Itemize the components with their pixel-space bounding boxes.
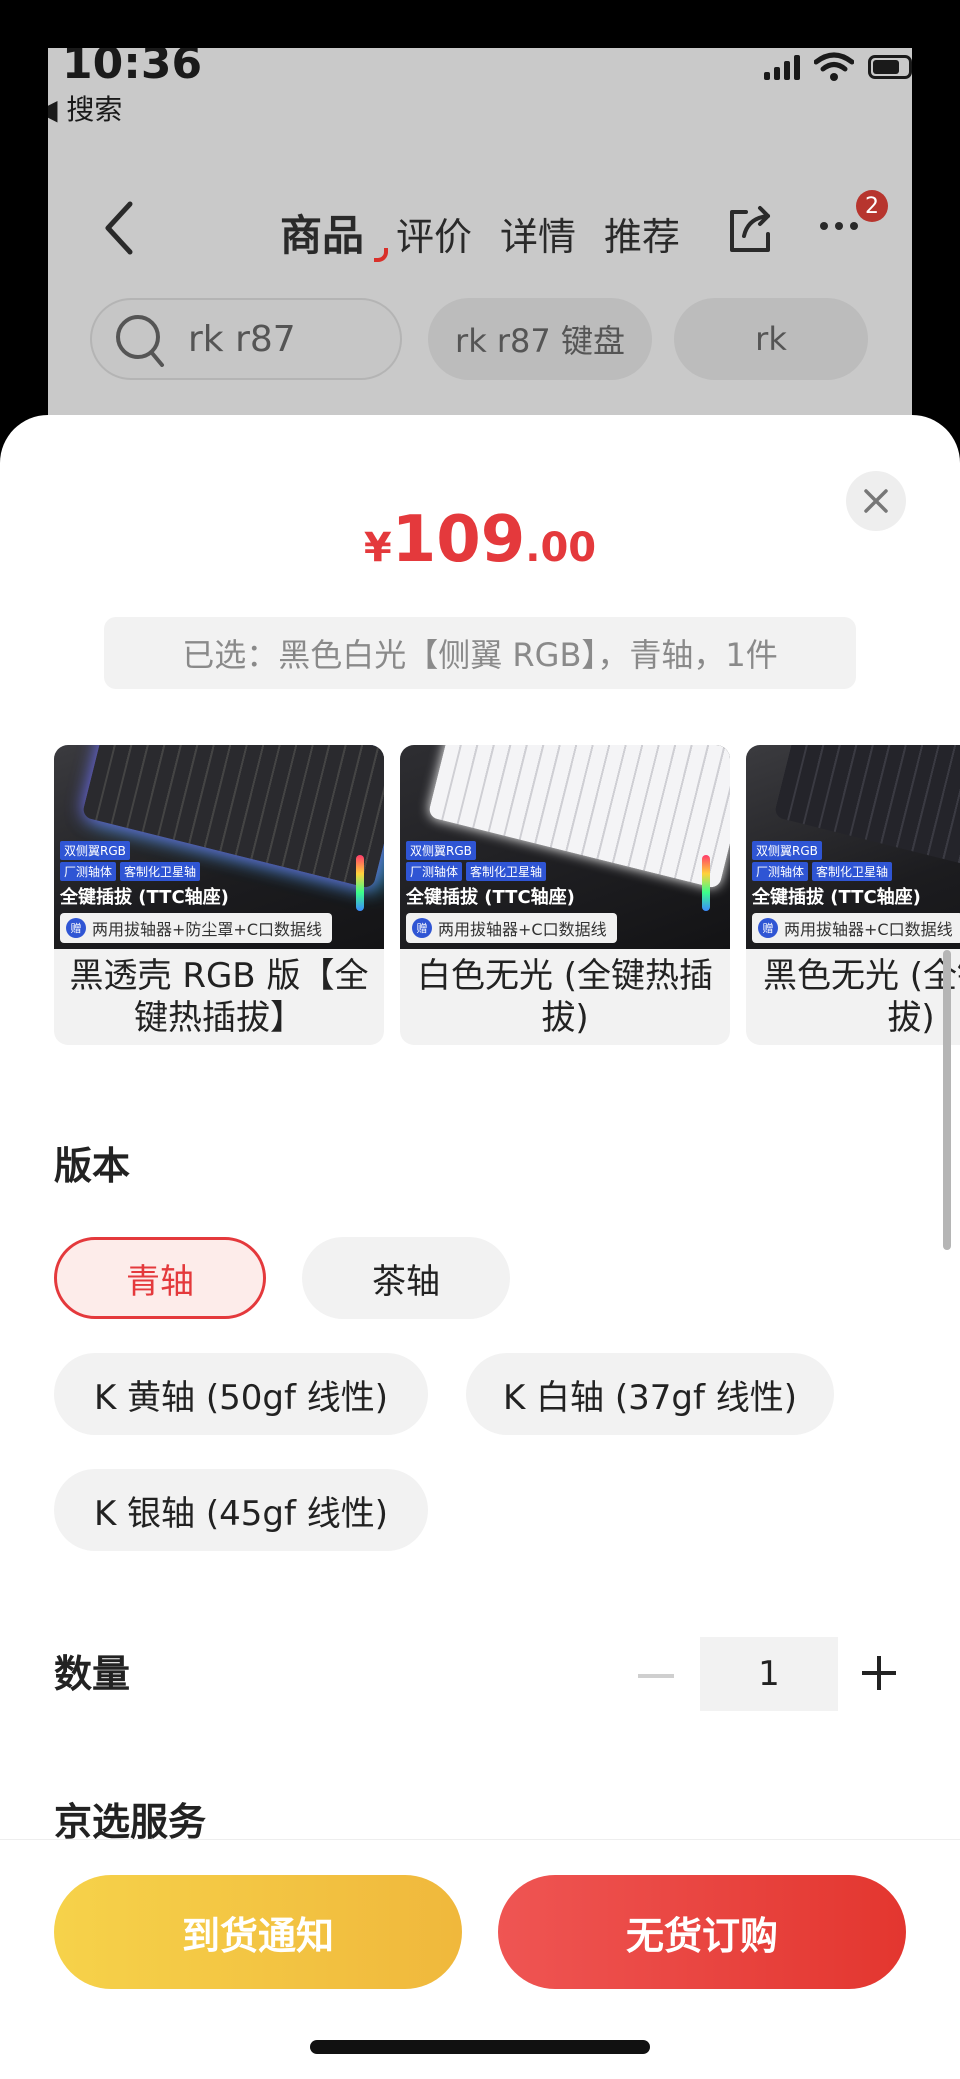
accessory-text: 两用拔轴器+C口数据线	[784, 920, 953, 939]
feature-tags: 厂测轴体 客制化卫星轴	[406, 862, 547, 881]
hotswap-tag: 全键插拔 (TTC轴座)	[752, 887, 921, 908]
variant-card[interactable]: 双侧翼RGB 厂测轴体 客制化卫星轴 全键插拔 (TTC轴座) 赠 两用拔轴器+…	[746, 745, 960, 1045]
version-option[interactable]: K 银轴 (45gf 线性)	[54, 1469, 428, 1551]
feature-tag: 厂测轴体	[60, 862, 117, 881]
version-option[interactable]: K 黄轴 (50gf 线性)	[54, 1353, 428, 1435]
decrease-quantity-button[interactable]	[638, 1674, 674, 1678]
feature-tag: 客制化卫星轴	[812, 862, 893, 881]
hotswap-tag: 全键插拔 (TTC轴座)	[406, 887, 575, 908]
accessory-tag: 赠 两用拔轴器+防尘罩+C口数据线	[60, 913, 332, 943]
variant-thumbnail: 双侧翼RGB 厂测轴体 客制化卫星轴 全键插拔 (TTC轴座) 赠 两用拔轴器+…	[54, 745, 384, 949]
feature-tags: 双侧翼RGB	[752, 841, 822, 860]
gift-icon: 赠	[66, 918, 86, 938]
suggest-chip[interactable]: rk	[674, 298, 868, 380]
active-tab-indicator	[374, 248, 388, 262]
wifi-icon	[814, 52, 854, 81]
variant-label: 白色无光 (全键热插拔)	[416, 956, 714, 1038]
search-box[interactable]: rk r87	[90, 298, 402, 380]
tab-reviews[interactable]: 评价	[396, 206, 472, 261]
selected-summary: 已选：黑色白光【侧翼 RGB】，青轴，1件	[104, 617, 856, 689]
scrollbar[interactable]	[943, 950, 951, 1250]
rgb-glow	[356, 855, 364, 911]
accessory-tag: 赠 两用拔轴器+C口数据线	[752, 913, 960, 943]
search-icon	[116, 315, 164, 367]
product-nav-bar: 商品 评价 详情 推荐 2	[48, 190, 912, 278]
feature-tags: 双侧翼RGB	[60, 841, 130, 860]
version-section-title: 版本	[54, 1144, 131, 1188]
price-integer: 109	[391, 503, 526, 577]
variant-card[interactable]: 双侧翼RGB 厂测轴体 客制化卫星轴 全键插拔 (TTC轴座) 赠 两用拔轴器+…	[54, 745, 384, 1045]
variant-card[interactable]: 双侧翼RGB 厂测轴体 客制化卫星轴 全键插拔 (TTC轴座) 赠 两用拔轴器+…	[400, 745, 730, 1045]
accessory-tag: 赠 两用拔轴器+C口数据线	[406, 913, 617, 943]
cellular-signal-icon	[764, 54, 800, 80]
feature-tag: 厂测轴体	[406, 862, 463, 881]
feature-tag: 客制化卫星轴	[466, 862, 547, 881]
more-icon[interactable]	[820, 222, 858, 230]
tab-details[interactable]: 详情	[500, 206, 576, 261]
notify-when-available-button[interactable]: 到货通知	[54, 1875, 462, 1989]
feature-tag: 客制化卫星轴	[120, 862, 201, 881]
price: ¥109.00	[0, 503, 960, 577]
quantity-input[interactable]: 1	[700, 1637, 838, 1711]
variant-thumbnail: 双侧翼RGB 厂测轴体 客制化卫星轴 全键插拔 (TTC轴座) 赠 两用拔轴器+…	[746, 745, 960, 949]
variant-thumbnail: 双侧翼RGB 厂测轴体 客制化卫星轴 全键插拔 (TTC轴座) 赠 两用拔轴器+…	[400, 745, 730, 949]
status-time: 10:36	[62, 48, 203, 89]
tab-recommend[interactable]: 推荐	[604, 206, 680, 261]
rgb-glow	[702, 855, 710, 911]
version-option[interactable]: K 白轴 (37gf 线性)	[466, 1353, 834, 1435]
feature-tag: 双侧翼RGB	[752, 841, 822, 860]
price-decimal: .00	[525, 525, 597, 571]
share-icon[interactable]	[724, 204, 776, 256]
back-arrow-icon[interactable]	[98, 198, 138, 258]
feature-tag: 双侧翼RGB	[60, 841, 130, 860]
version-option[interactable]: 茶轴	[302, 1237, 510, 1319]
suggest-chip[interactable]: rk r87 键盘	[428, 298, 652, 380]
variant-label: 黑色无光 (全键热插拔)	[762, 956, 960, 1038]
gift-icon: 赠	[758, 918, 778, 938]
color-variant-list[interactable]: 双侧翼RGB 厂测轴体 客制化卫星轴 全键插拔 (TTC轴座) 赠 两用拔轴器+…	[54, 745, 960, 1045]
accessory-text: 两用拔轴器+C口数据线	[438, 920, 607, 939]
accessory-text: 两用拔轴器+防尘罩+C口数据线	[92, 920, 322, 939]
variant-label: 黑透壳 RGB 版【全键热插拔】	[69, 956, 369, 1038]
battery-icon	[868, 55, 912, 79]
sku-selection-sheet: ¥109.00 已选：黑色白光【侧翼 RGB】，青轴，1件 双侧翼RGB 厂测轴…	[0, 415, 960, 2079]
feature-tags: 厂测轴体 客制化卫星轴	[752, 862, 893, 881]
home-indicator[interactable]	[310, 2040, 650, 2054]
service-section-title: 京选服务	[54, 1800, 207, 1844]
status-icons	[764, 52, 912, 82]
feature-tag: 双侧翼RGB	[406, 841, 476, 860]
bottom-action-bar: 到货通知 无货订购	[0, 1839, 960, 2079]
back-to-app-link[interactable]: ◀ 搜索	[48, 88, 122, 128]
background-page: 10:36 ◀ 搜索 商品 评价 详情 推荐 2	[48, 48, 912, 468]
search-query: rk r87	[188, 318, 296, 360]
version-option-selected[interactable]: 青轴	[54, 1237, 266, 1319]
feature-tag: 厂测轴体	[752, 862, 809, 881]
feature-tags: 双侧翼RGB	[406, 841, 476, 860]
tab-product[interactable]: 商品	[280, 202, 364, 263]
hotswap-tag: 全键插拔 (TTC轴座)	[60, 887, 229, 908]
feature-tags: 厂测轴体 客制化卫星轴	[60, 862, 201, 881]
increase-quantity-button[interactable]	[862, 1656, 896, 1690]
price-currency: ¥	[363, 525, 392, 571]
gift-icon: 赠	[412, 918, 432, 938]
quantity-section-title: 数量	[54, 1652, 131, 1696]
message-count-badge: 2	[856, 190, 888, 222]
backorder-button[interactable]: 无货订购	[498, 1875, 906, 1989]
